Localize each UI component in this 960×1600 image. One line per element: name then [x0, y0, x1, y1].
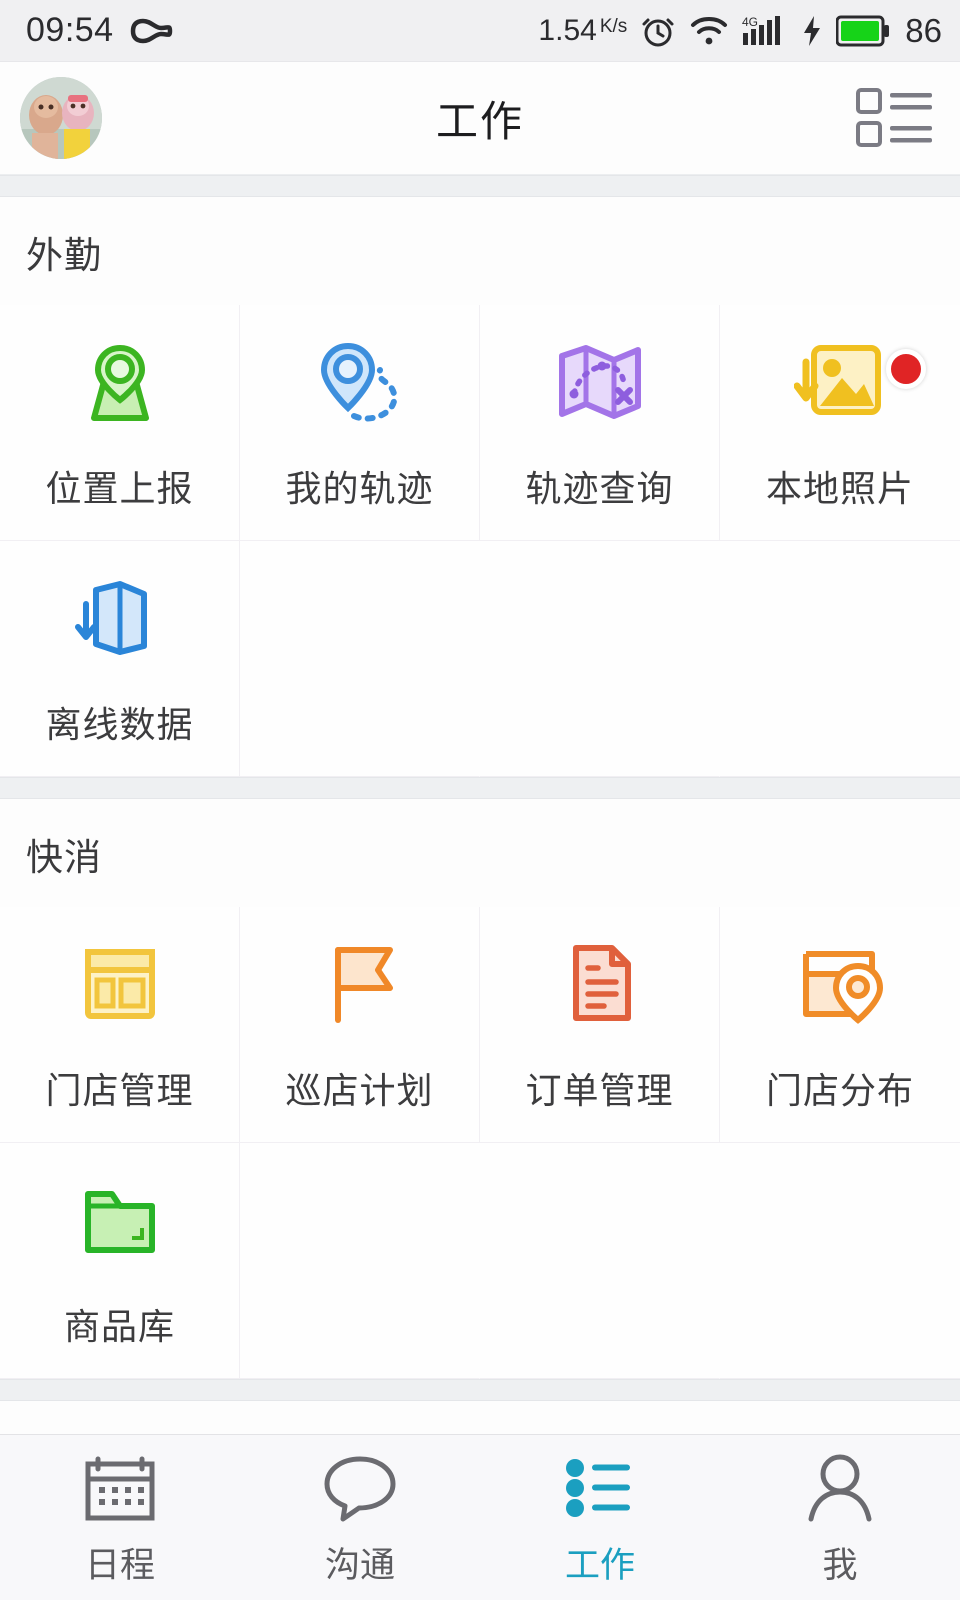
grid-item-store-visit-plan[interactable]: 巡店计划 — [240, 907, 480, 1143]
local-photo-icon — [794, 334, 886, 430]
grid-item-track-query[interactable]: 轨迹查询 — [480, 305, 720, 541]
status-bar-left: 09:54 — [26, 11, 176, 50]
section-gap — [0, 777, 960, 799]
grid-item-label: 轨迹查询 — [525, 467, 674, 509]
network-unit-k: K — [599, 15, 613, 37]
offline-data-icon — [74, 570, 166, 666]
tab-schedule[interactable]: 日程 — [0, 1435, 240, 1600]
list-view-icon[interactable] — [856, 87, 934, 149]
grid-item-label: 门店管理 — [45, 1069, 194, 1111]
section-gap — [0, 175, 960, 197]
battery-level: 86 — [905, 11, 942, 49]
grid-item-store-manage[interactable]: 门店管理 — [0, 907, 240, 1143]
signal-4g-icon: 4G — [742, 13, 788, 49]
app-content[interactable]: 外勤 位置上报 我的轨迹 轨迹查询 本地照片 离线数据 快消 门店管理 巡店计划… — [0, 175, 960, 1434]
grid-item-product-library[interactable]: 商品库 — [0, 1143, 240, 1379]
grid-item-store-distribution[interactable]: 门店分布 — [720, 907, 960, 1143]
page-title: 工作 — [435, 97, 524, 145]
section-title-waiqin: 外勤 — [0, 197, 960, 305]
infinity-icon — [130, 16, 176, 46]
tab-chat[interactable]: 沟通 — [240, 1435, 480, 1600]
tab-label: 工作 — [564, 1546, 635, 1585]
section-grid-kuaixiao: 门店管理 巡店计划 订单管理 门店分布 商品库 — [0, 907, 960, 1379]
work-list-icon — [561, 1447, 639, 1527]
network-unit-s: s — [617, 15, 628, 37]
grid-item-empty — [480, 1143, 720, 1379]
wifi-icon — [689, 14, 729, 48]
tab-me[interactable]: 我 — [720, 1435, 960, 1600]
status-bar: 09:54 1.54 K/s 4G 86 — [0, 0, 960, 62]
grid-item-location-report[interactable]: 位置上报 — [0, 305, 240, 541]
grid-item-empty — [480, 541, 720, 777]
track-query-icon — [554, 334, 646, 430]
status-bar-right: 1.54 K/s 4G 86 — [538, 12, 942, 50]
battery-icon — [835, 15, 890, 47]
grid-item-label: 我的轨迹 — [285, 467, 434, 509]
grid-item-empty — [720, 1143, 960, 1379]
grid-item-label: 门店分布 — [765, 1069, 914, 1111]
header-actions — [852, 87, 934, 149]
tab-label: 我 — [822, 1546, 858, 1585]
grid-item-empty — [720, 541, 960, 777]
grid-item-label: 商品库 — [63, 1305, 175, 1347]
user-avatar[interactable] — [20, 77, 102, 159]
grid-item-label: 订单管理 — [525, 1069, 674, 1111]
store-distribution-icon — [794, 936, 886, 1032]
charging-bolt-icon — [801, 14, 823, 48]
grid-item-label: 位置上报 — [45, 467, 194, 509]
store-visit-plan-icon — [314, 936, 406, 1032]
grid-item-label: 本地照片 — [765, 467, 914, 509]
tab-label: 沟通 — [324, 1546, 395, 1585]
store-manage-icon — [74, 936, 166, 1032]
order-manage-icon — [554, 936, 646, 1032]
grid-item-my-track[interactable]: 我的轨迹 — [240, 305, 480, 541]
status-time: 09:54 — [26, 11, 114, 49]
grid-item-label: 巡店计划 — [285, 1069, 434, 1111]
grid-item-empty — [240, 1143, 480, 1379]
grid-item-local-photo[interactable]: 本地照片 — [720, 305, 960, 541]
tab-work[interactable]: 工作 — [480, 1435, 720, 1600]
person-icon — [801, 1447, 879, 1527]
my-track-icon — [314, 334, 406, 430]
section-title-bangong: 办公 — [0, 1401, 960, 1434]
section-title-kuaixiao: 快消 — [0, 799, 960, 907]
section-grid-waiqin: 位置上报 我的轨迹 轨迹查询 本地照片 离线数据 — [0, 305, 960, 777]
network-speed-value: 1.54 — [538, 13, 597, 47]
grid-item-label: 离线数据 — [45, 703, 194, 745]
chat-bubble-icon — [321, 1447, 399, 1527]
app-screen: 09:54 1.54 K/s 4G 86 工作 外勤 位置上报 我的轨迹 轨迹查… — [0, 0, 960, 1600]
calendar-icon — [81, 1447, 159, 1527]
network-speed: 1.54 K/s — [538, 14, 627, 48]
grid-item-order-manage[interactable]: 订单管理 — [480, 907, 720, 1143]
alarm-clock-icon — [640, 13, 676, 49]
app-header: 工作 — [0, 62, 960, 175]
status-badge — [886, 349, 926, 389]
svg-text:4G: 4G — [742, 15, 758, 29]
network-speed-unit: K/s — [599, 15, 628, 37]
location-report-icon — [74, 334, 166, 430]
product-library-icon — [74, 1172, 166, 1268]
tab-label: 日程 — [84, 1546, 155, 1585]
grid-item-offline-data[interactable]: 离线数据 — [0, 541, 240, 777]
section-gap — [0, 1379, 960, 1401]
bottom-tab-bar: 日程 沟通 工作 我 — [0, 1434, 960, 1600]
grid-item-empty — [240, 541, 480, 777]
